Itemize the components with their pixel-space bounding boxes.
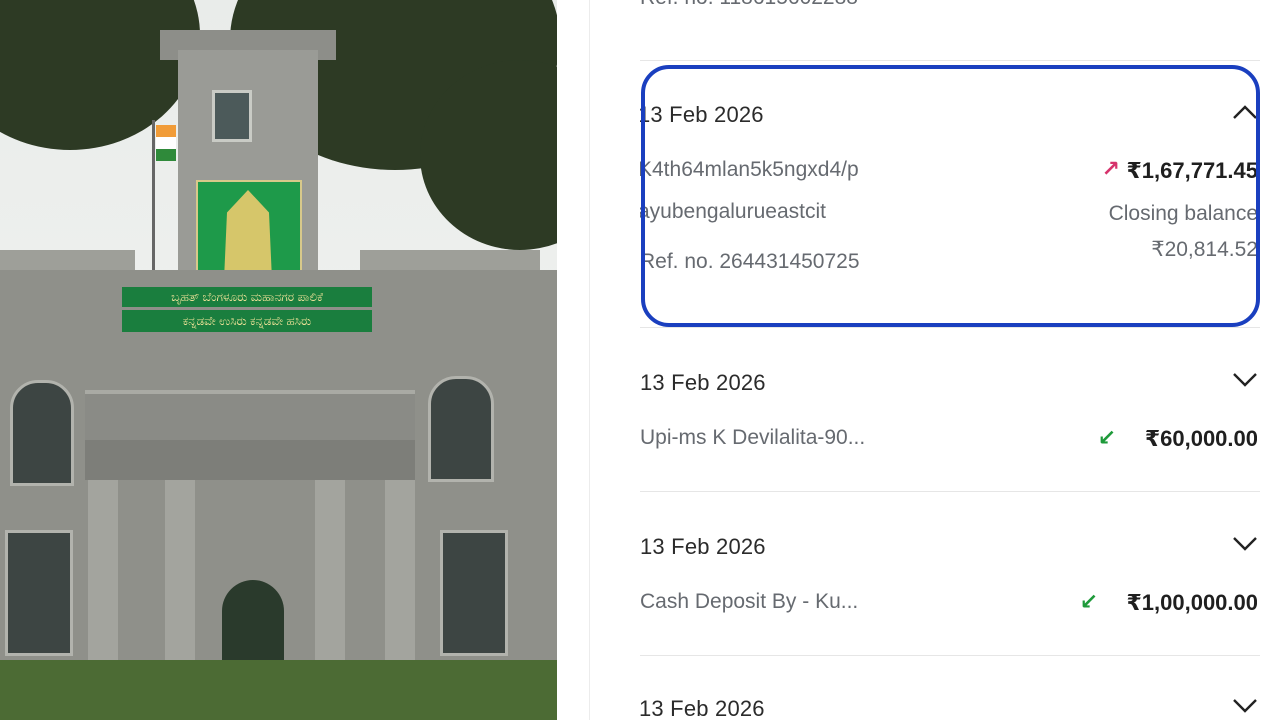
indian-flag (156, 125, 176, 161)
chevron-down-icon[interactable] (1232, 372, 1257, 388)
garden-shrubs (0, 660, 557, 720)
pillar (385, 480, 415, 680)
arrow-up-right-icon: ↗ (1101, 156, 1120, 181)
transaction-amount: ₹1,00,000.00 (1126, 590, 1257, 615)
balcony (85, 390, 415, 444)
transaction-date: 13 Feb 2026 (640, 370, 766, 395)
closing-balance-value: ₹20,814.52 (1151, 238, 1257, 261)
transaction-item[interactable]: 13 Feb 2026 Cash Deposit By - Ku... ↙ ₹1… (640, 516, 1257, 636)
row-divider (640, 655, 1260, 656)
transaction-description-line2: ayubengalurueastcit (640, 200, 826, 223)
pillar (315, 480, 345, 680)
transaction-item[interactable]: 13 Feb 2026 K4th64mlan5k5ngxd4/p ayubeng… (640, 80, 1257, 310)
building-sign-bottom: ಕನ್ನಡವೇ ಉಸಿರು ಕನ್ನಡವೇ ಹಸಿರು (122, 310, 372, 332)
closing-balance-label: Closing balance (1108, 202, 1257, 225)
building-sign-top: ಬೃಹತ್ ಬೆಂಗಳೂರು ಮಹಾನಗರ ಪಾಲಿಕೆ (122, 287, 372, 307)
transaction-ref: Ref. no. 264431450725 (640, 250, 860, 273)
transaction-amount: ₹1,67,771.45 (1126, 158, 1257, 183)
transaction-amount: ₹60,000.00 (1144, 426, 1257, 451)
chevron-down-icon[interactable] (1232, 536, 1257, 552)
flag-pole (152, 120, 155, 290)
pillar (165, 480, 195, 680)
arched-window (5, 530, 73, 656)
previous-ref-text: Ref. no. 118615602288 (640, 0, 858, 10)
portico-beam (85, 440, 415, 480)
arched-window (10, 380, 74, 486)
transaction-description-line1: K4th64mlan5k5ngxd4/p (640, 158, 859, 181)
transaction-item[interactable]: 13 Feb 2026 (640, 680, 1257, 720)
row-divider (640, 60, 1260, 61)
pillar (88, 480, 118, 680)
transaction-item[interactable]: 13 Feb 2026 Upi-ms K Devilalita-90... ↙ … (640, 352, 1257, 472)
transaction-date: 13 Feb 2026 (640, 534, 766, 559)
tower-window (212, 90, 252, 142)
transaction-date: 13 Feb 2026 (640, 696, 765, 720)
chevron-down-icon[interactable] (1232, 698, 1257, 714)
arrow-down-left-icon: ↙ (1097, 425, 1116, 450)
transaction-description: Cash Deposit By - Ku... (640, 590, 859, 613)
chevron-up-icon[interactable] (1232, 104, 1257, 120)
row-divider (640, 327, 1260, 328)
row-divider (640, 491, 1260, 492)
bbmp-building-photo: ಬೃಹತ್ ಬೆಂಗಳೂರು ಮಹಾನಗರ ಪಾಲಿಕೆ ಕನ್ನಡವೇ ಉಸಿ… (0, 0, 557, 720)
arrow-down-left-icon: ↙ (1079, 589, 1098, 614)
transaction-date: 13 Feb 2026 (640, 102, 764, 127)
transaction-list[interactable]: Ref. no. 118615602288 13 Feb 2026 K4th64… (640, 0, 1257, 720)
transaction-description: Upi-ms K Devilalita-90... (640, 426, 866, 449)
panel-divider (589, 0, 590, 720)
arched-window (440, 530, 508, 656)
arched-window (428, 376, 494, 482)
